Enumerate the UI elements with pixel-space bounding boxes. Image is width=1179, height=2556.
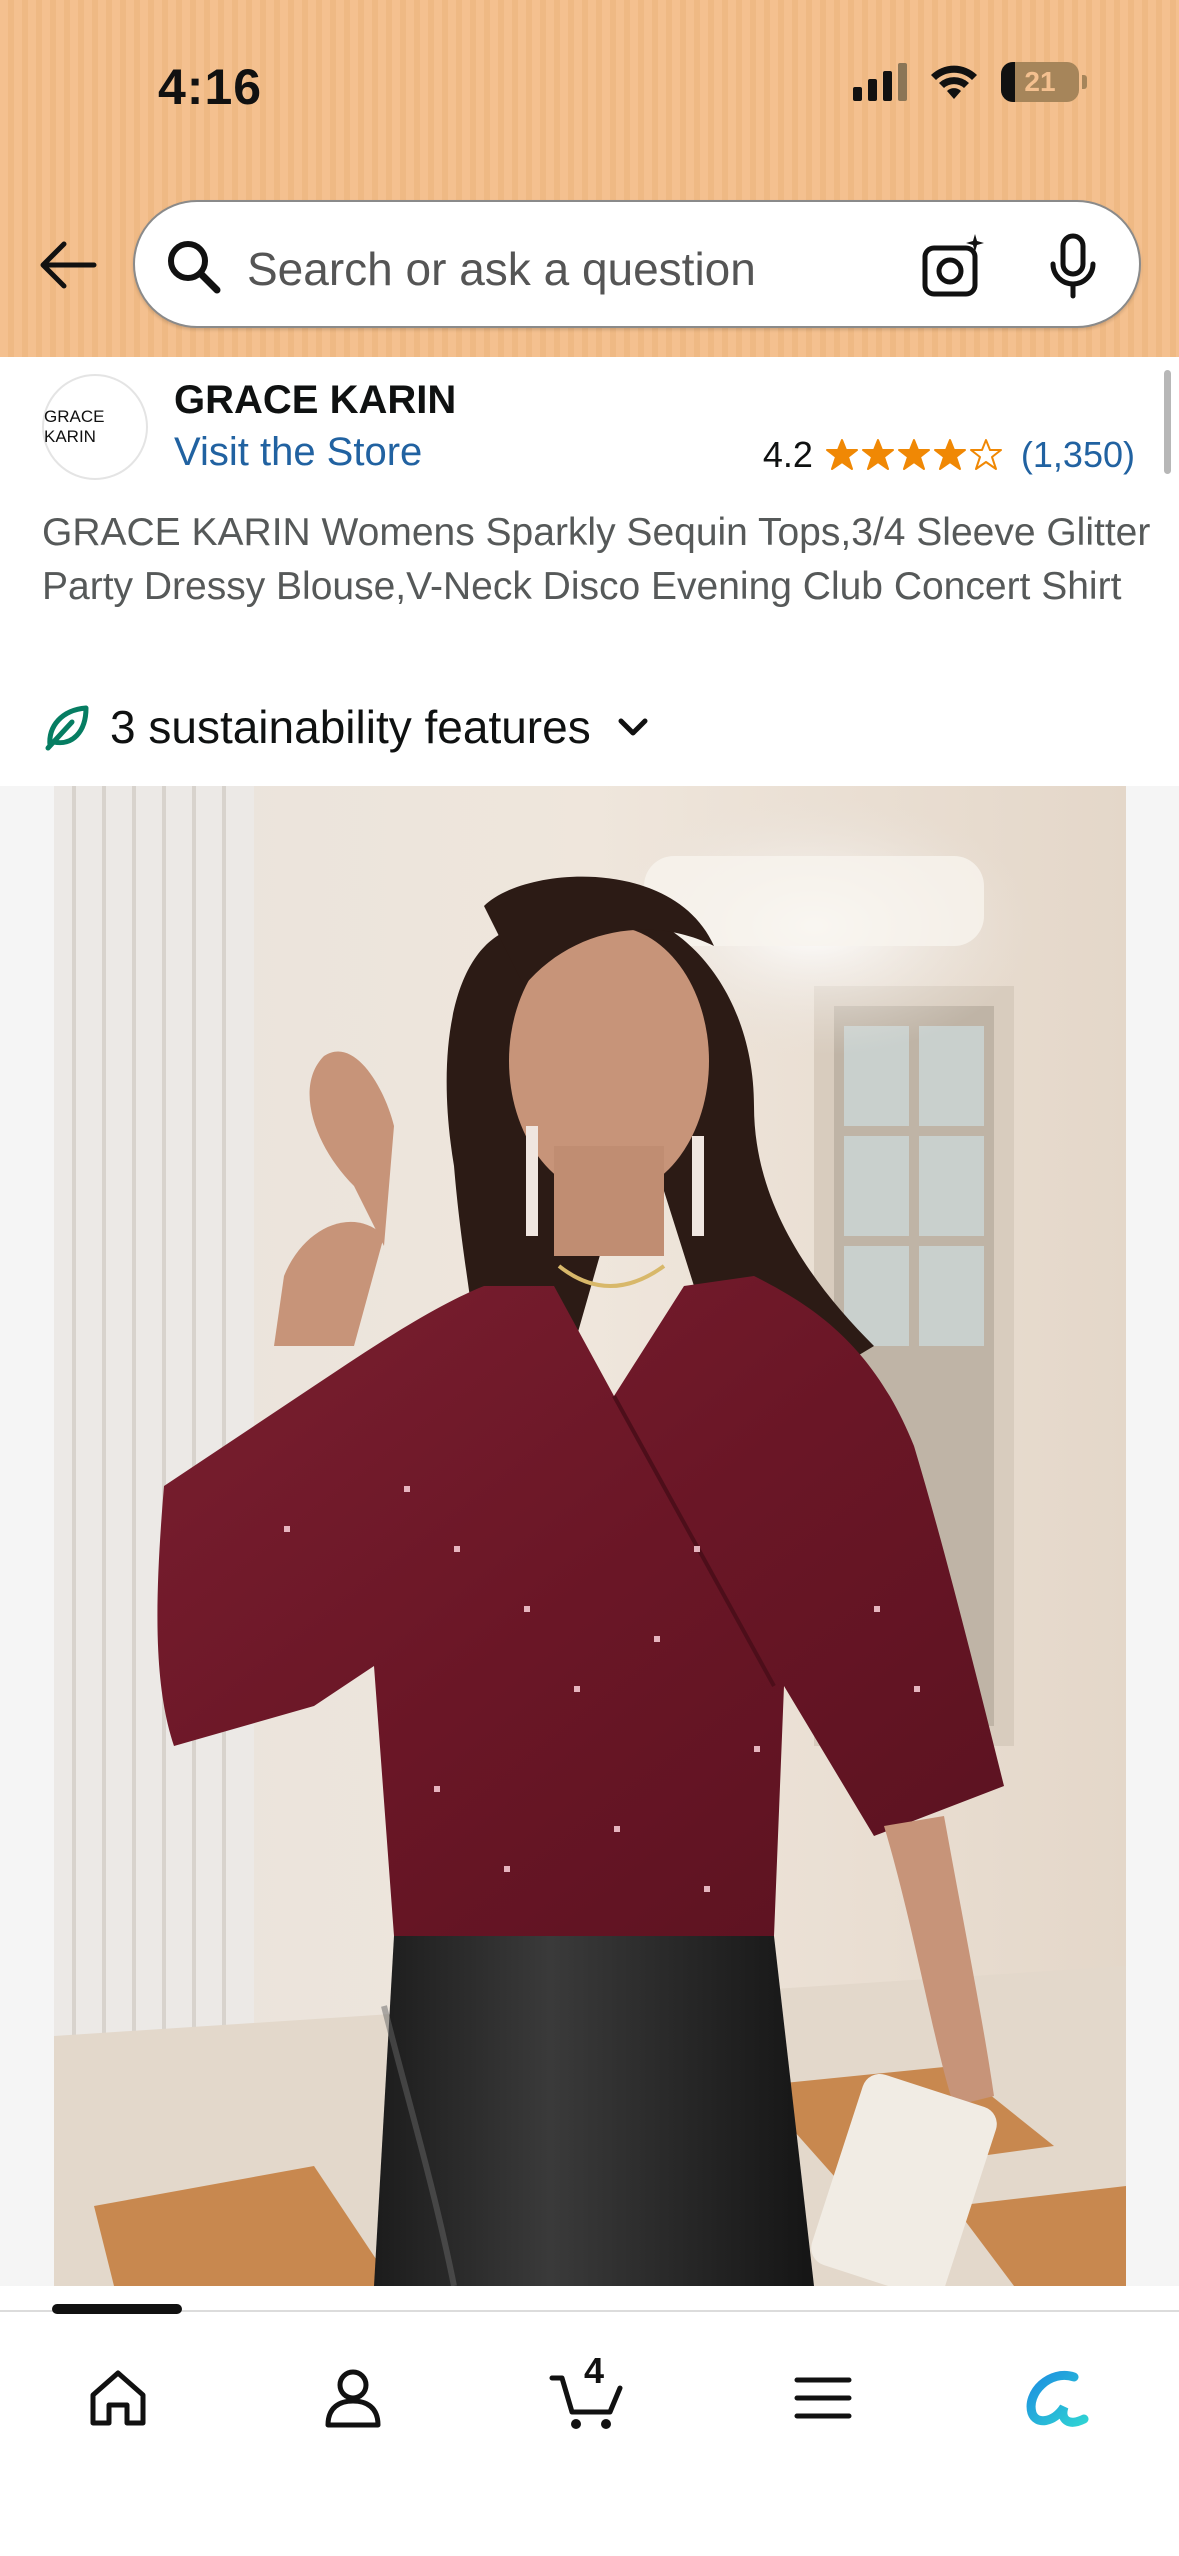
star-filled-icon [897, 439, 930, 470]
microphone-icon[interactable] [1043, 232, 1103, 302]
nav-menu[interactable] [773, 2348, 873, 2448]
search-input[interactable]: Search or ask a question [247, 242, 756, 296]
star-filled-icon [825, 439, 858, 470]
nav-home[interactable] [68, 2348, 168, 2448]
product-title: GRACE KARIN Womens Sparkly Sequin Tops,3… [42, 511, 1151, 608]
menu-icon [794, 2377, 852, 2419]
review-count[interactable]: (1,350) [1021, 434, 1135, 476]
scroll-indicator [1164, 370, 1171, 474]
visit-store-link[interactable]: Visit the Store [174, 430, 422, 475]
status-icons: 21 [853, 62, 1087, 102]
status-time: 4:16 [158, 59, 263, 115]
product-photo-illustration [54, 786, 1126, 2286]
search-bar[interactable]: Search or ask a question [133, 200, 1141, 328]
bottom-navigation: 4 [0, 2304, 1179, 2556]
app-header: 4:16 21 Search or ask a question [0, 0, 1179, 357]
rating-value: 4.2 [762, 434, 813, 475]
sustainability-label: 3 sustainability features [110, 701, 591, 753]
cart-count-badge: 4 [584, 2350, 605, 2391]
rufus-icon [1026, 2370, 1089, 2427]
chevron-down-icon [618, 718, 648, 736]
store-name[interactable]: GRACE KARIN [174, 378, 456, 423]
nav-cart[interactable]: 4 [538, 2348, 638, 2448]
home-icon [90, 2370, 146, 2426]
account-icon [325, 2369, 381, 2428]
wifi-icon [931, 65, 977, 99]
cellular-signal-icon [853, 63, 907, 101]
star-empty-icon [969, 439, 1002, 470]
product-rating[interactable]: 4.2 (1,350) [763, 434, 1135, 476]
battery-icon: 21 [1001, 62, 1087, 102]
star-filled-icon [933, 439, 966, 470]
camera-search-icon[interactable] [919, 232, 989, 302]
star-rating [825, 438, 1003, 472]
search-icon [168, 241, 221, 294]
sustainability-features-toggle[interactable]: 3 sustainability features [42, 700, 653, 754]
battery-level: 21 [1024, 66, 1056, 97]
leaf-icon [45, 705, 89, 751]
nav-rufus[interactable] [1008, 2348, 1108, 2448]
store-logo-text: GRACE KARIN [44, 407, 105, 446]
product-image-area[interactable] [0, 786, 1179, 2286]
product-image[interactable] [54, 786, 1126, 2286]
store-logo[interactable]: GRACE KARIN [42, 374, 148, 480]
active-tab-indicator [52, 2304, 182, 2314]
nav-account[interactable] [303, 2348, 403, 2448]
back-arrow-icon[interactable] [34, 232, 100, 298]
star-filled-icon [861, 439, 894, 470]
